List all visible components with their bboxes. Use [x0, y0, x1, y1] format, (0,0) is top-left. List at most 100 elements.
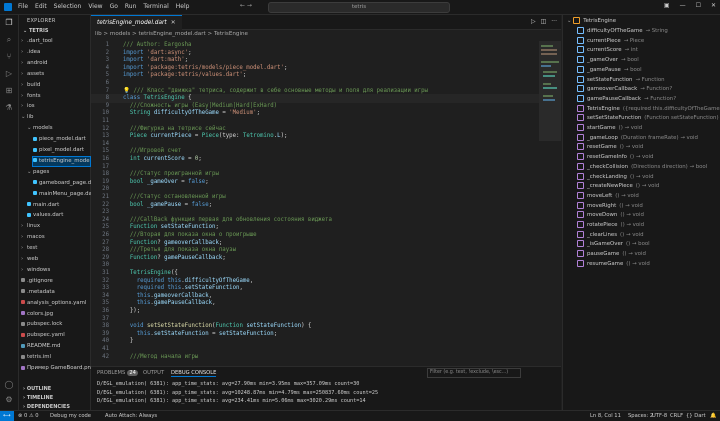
tab-problems[interactable]: PROBLEMS 24 — [97, 370, 138, 376]
outline-item[interactable]: moveLeft() → void — [577, 191, 639, 202]
menu-item-go[interactable]: Go — [110, 3, 118, 10]
explorer-item[interactable]: ⌄models — [27, 124, 90, 133]
layout-icon[interactable]: ▣ — [664, 2, 670, 9]
explorer-item[interactable]: tetris.iml — [21, 353, 90, 362]
menu-bar: File Edit Selection View Go Run Terminal Help — [18, 3, 189, 10]
menu-item-file[interactable]: File — [18, 3, 28, 10]
outline-item[interactable]: _createNewPiece() → void — [577, 182, 659, 192]
explorer-item[interactable]: README.md — [21, 342, 90, 351]
outline-item[interactable]: TetrisEngine ({required this.difficultyOf… — [577, 104, 720, 115]
menu-item-edit[interactable]: Edit — [35, 3, 47, 10]
outline-item[interactable]: moveDown() → void — [577, 211, 644, 221]
extensions-icon[interactable]: ⊞ — [4, 86, 14, 96]
outline-item[interactable]: _checkLanding() → void — [577, 172, 654, 183]
source-control-icon[interactable]: ⑂ — [4, 52, 14, 62]
explorer-item[interactable]: values.dart — [27, 211, 90, 220]
explorer-item[interactable]: pubspec.yaml — [21, 331, 90, 340]
outline-item[interactable]: difficultyOfTheGame → String — [577, 27, 668, 37]
explorer-item[interactable]: pubspec.lock — [21, 320, 90, 329]
code-line[interactable]: 42 ///Метод начала игры — [91, 353, 556, 362]
explorer-item[interactable]: › ios — [21, 102, 90, 111]
explorer-item[interactable]: › build — [21, 81, 90, 90]
outline-item[interactable]: gameoverCallback → Function? — [577, 85, 672, 95]
account-icon[interactable]: ◯ — [4, 380, 14, 390]
explorer-item[interactable]: › linux — [21, 222, 90, 231]
explorer-item[interactable]: ⌄lib — [21, 113, 90, 122]
explorer-item[interactable]: › windows — [21, 266, 90, 275]
explorer-item[interactable]: › android — [21, 59, 90, 68]
timeline-section[interactable]: › TIMELINE — [23, 395, 53, 401]
outline-item[interactable]: gamePauseCallback → Function? — [577, 94, 676, 105]
minimize-icon[interactable]: — — [680, 2, 686, 9]
method-icon — [577, 240, 584, 248]
split-editor-icon[interactable]: ◫ — [541, 18, 547, 25]
outline-section[interactable]: › OUTLINE — [23, 386, 51, 392]
code-editor[interactable]: 1/// Author: Eargosha 2 import 'dart:async… — [91, 41, 561, 365]
menu-item-run[interactable]: Run — [125, 3, 137, 10]
outline-root[interactable]: ⌄ TetrisEngine — [567, 17, 616, 27]
code-token: ///Статус проигранной игры — [123, 171, 219, 178]
explorer-item[interactable]: › web — [21, 255, 90, 264]
tab-output[interactable]: OUTPUT — [143, 370, 164, 376]
outline-item[interactable]: currentScore → int — [577, 46, 638, 56]
explorer-item[interactable]: Пример GameBoard.png — [21, 364, 94, 373]
explorer-item[interactable]: gameboard_page.dart — [33, 179, 99, 188]
menu-item-selection[interactable]: Selection — [54, 3, 82, 10]
outline-item[interactable]: currentPiece → Piece — [577, 36, 644, 47]
explorer-item[interactable]: mainMenu_page.dart — [33, 190, 96, 199]
outline-item[interactable]: startGame() → void — [577, 124, 642, 134]
explorer-item[interactable]: colors.jpg — [21, 310, 90, 319]
explorer-item[interactable]: › .dart_tool — [21, 37, 90, 46]
menu-item-help[interactable]: Help — [176, 3, 190, 10]
outline-item[interactable]: _isGameOver() → bool — [577, 240, 650, 250]
explorer-item[interactable]: › .idea — [21, 48, 90, 57]
explorer-item[interactable]: ⌄pages — [27, 168, 90, 177]
minimap[interactable] — [539, 41, 561, 365]
workspace-root[interactable]: ⌄ TETRIS — [23, 28, 49, 34]
maximize-icon[interactable]: ☐ — [696, 2, 701, 9]
explorer-item[interactable]: › assets — [21, 70, 90, 79]
explorer-item[interactable]: › macos — [21, 233, 90, 242]
tab-debug-console[interactable]: DEBUG CONSOLE — [171, 370, 217, 377]
explorer-item[interactable]: piece_model.dart — [33, 135, 90, 144]
explorer-item[interactable]: › fonts — [21, 92, 90, 101]
explorer-item[interactable]: tetrisEngine_model.dart — [32, 155, 104, 167]
outline-item[interactable]: resumeGame() → void — [577, 259, 650, 270]
gear-icon[interactable]: ⚙ — [4, 395, 14, 405]
close-icon[interactable]: ✕ — [711, 2, 716, 9]
outline-item[interactable]: _clearLines() → void — [577, 230, 644, 241]
outline-item[interactable]: _checkCollision (Directions direction) → … — [577, 162, 707, 173]
command-search-input[interactable]: tetris — [268, 2, 450, 13]
explorer-item[interactable]: .gitignore — [21, 277, 90, 286]
outline-item[interactable]: _gameOver → bool — [577, 56, 639, 66]
method-icon — [577, 182, 584, 190]
explorer-item[interactable]: › test — [21, 244, 90, 253]
search-icon[interactable]: ⌕ — [4, 35, 14, 45]
outline-item-name: TetrisEngine — [587, 105, 620, 112]
menu-item-terminal[interactable]: Terminal — [143, 3, 168, 10]
explorer-item[interactable]: analysis_options.yaml — [21, 299, 90, 308]
breadcrumb[interactable]: lib > models > tetrisEngine_model.dart >… — [95, 31, 248, 37]
nav-arrows[interactable]: ← → — [240, 2, 252, 9]
outline-item[interactable]: pauseGame() → void — [577, 250, 646, 260]
explorer-item[interactable]: pixel_model.dart — [33, 146, 90, 155]
debug-filter-input[interactable]: Filter (e.g. text, !exclude, \esc...) — [427, 368, 521, 378]
explorer-item[interactable]: main.dart — [27, 201, 90, 210]
menu-item-view[interactable]: View — [88, 3, 102, 10]
outline-item[interactable]: rotatePiece() → void — [577, 221, 644, 231]
run-debug-icon[interactable]: ▷ — [4, 69, 14, 79]
outline-item[interactable]: moveRight() → void — [577, 201, 643, 212]
explorer-item[interactable]: .metadata — [21, 288, 90, 297]
tab-tetrisengine-model[interactable]: tetrisEngine_model.dart ✕ — [91, 15, 182, 30]
outline-item[interactable]: resetGame() → void — [577, 143, 643, 153]
outline-item[interactable]: _gamePause → bool — [577, 65, 642, 76]
run-icon[interactable]: ▷ — [531, 18, 536, 25]
outline-item[interactable]: setStateFunction → Function — [577, 75, 665, 86]
explorer-icon[interactable]: ❐ — [4, 18, 14, 28]
outline-item[interactable]: resetGameInfo() → void — [577, 153, 653, 163]
close-tab-icon[interactable]: ✕ — [171, 20, 176, 26]
outline-item[interactable]: setSetStateFunction (Function setStateFun… — [577, 114, 720, 124]
testing-icon[interactable]: ⚗ — [4, 103, 14, 113]
outline-item[interactable]: _gameLoop (Duration frameRate) → void — [577, 133, 698, 144]
more-actions-icon[interactable]: ··· — [551, 18, 557, 25]
